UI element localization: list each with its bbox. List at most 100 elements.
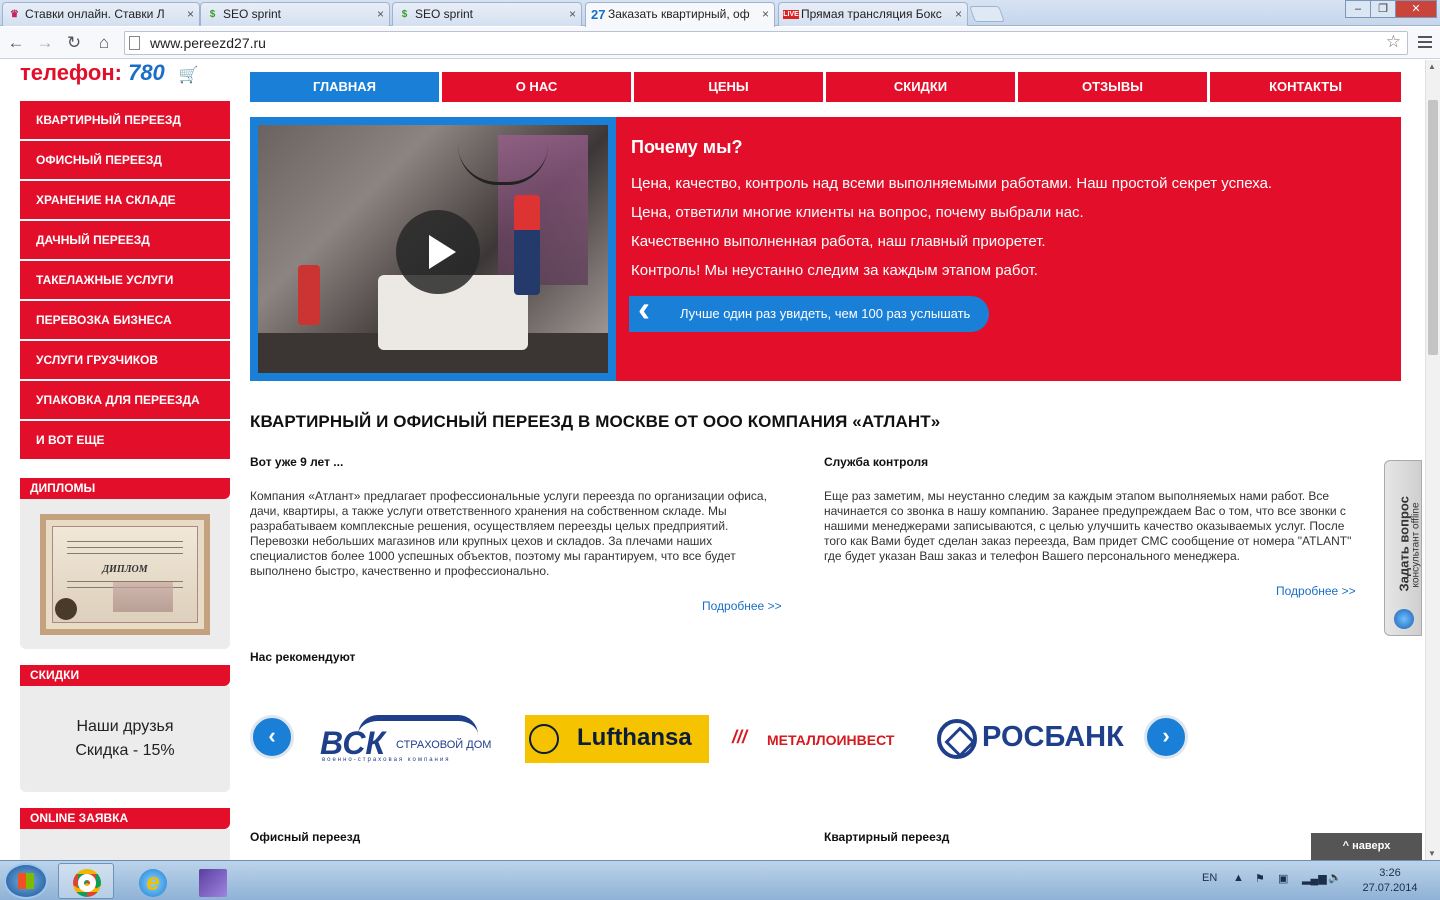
browser-tab-strip: ♛ Ставки онлайн. Ставки Л × $ SEO sprint… [0,0,1440,27]
recommend-title: Нас рекомендуют [250,650,356,664]
taskbar-media-player[interactable] [184,863,240,899]
browser-tab-active[interactable]: 27 Заказать квартирный, оф × [585,2,775,27]
browser-toolbar: ← → ↻ ⌂ www.pereezd27.ru ☆ [0,27,1440,59]
hero-banner: Почему мы? Цена, качество, контроль над … [250,117,1401,381]
more-link[interactable]: Подробнее >> [702,599,782,613]
ask-question-widget[interactable]: Задать вопрос консультант offline [1384,460,1422,636]
nav-prices[interactable]: ЦЕНЫ [634,72,823,102]
section-title: Вот уже 9 лет ... [250,455,344,469]
nav-about[interactable]: О НАС [442,72,631,102]
section-title: Служба контроля [824,455,929,469]
left-menu-item[interactable]: УСЛУГИ ГРУЗЧИКОВ [20,341,230,379]
start-button[interactable] [4,863,48,899]
diploma-image[interactable]: ДИПЛОМ [40,514,210,635]
nav-main[interactable]: ГЛАВНАЯ [250,72,439,102]
address-bar[interactable]: www.pereezd27.ru ☆ [124,31,1408,55]
hero-line: Цена, ответили многие клиенты на вопрос,… [631,204,1084,221]
device-icon[interactable]: ▣ [1278,872,1288,885]
left-menu-item[interactable]: КВАРТИРНЫЙ ПЕРЕЕЗД [20,101,230,139]
restore-button[interactable]: ❐ [1370,0,1396,18]
back-to-top-button[interactable]: ^ наверх [1311,833,1422,860]
partner-logo-lufthansa[interactable]: Lufthansa [525,715,709,763]
page-icon [129,36,140,50]
left-menu-item[interactable]: ОФИСНЫЙ ПЕРЕЕЗД [20,141,230,179]
partner-logo-rosbank[interactable]: РОСБАНК [935,715,1124,763]
left-menu: КВАРТИРНЫЙ ПЕРЕЕЗД ОФИСНЫЙ ПЕРЕЕЗД ХРАНЕ… [20,101,230,461]
left-menu-item[interactable]: ХРАНЕНИЕ НА СКЛАДЕ [20,181,230,219]
partner-logo-metalloinvest[interactable]: /// МЕТАЛЛОИНВЕСТ [730,715,915,763]
browser-tab[interactable]: ♛ Ставки онлайн. Ставки Л × [2,2,200,26]
clock-time: 3:26 [1379,867,1401,879]
chrome-menu-icon[interactable] [1418,36,1432,50]
carousel-next-button[interactable]: › [1144,715,1188,759]
hero-line: Контроль! Мы неустанно следим за каждым … [631,262,1038,279]
forward-arrow-icon[interactable]: → [34,32,56,54]
consultant-status: консультант offline [1410,502,1422,588]
kremlin-illustration [113,582,173,612]
more-link[interactable]: Подробнее >> [1276,584,1356,598]
metalloinvest-logo-text: МЕТАЛЛОИНВЕСТ [767,732,895,748]
close-tab-icon[interactable]: × [762,3,769,25]
play-icon[interactable] [396,210,480,294]
browser-tab[interactable]: $ SEO sprint × [392,2,582,26]
new-tab-button[interactable] [969,6,1005,22]
scroll-thumb[interactable] [1428,100,1438,355]
left-menu-item[interactable]: ТАКЕЛАЖНЫЕ УСЛУГИ [20,261,230,299]
carousel-prev-button[interactable]: ‹ [250,715,294,759]
url-text[interactable]: www.pereezd27.ru [150,35,266,51]
vsk-logo-subtitle: СТРАХОВОЙ ДОМ [396,739,492,751]
ask-question-label: Задать вопрос [1396,496,1412,592]
taskbar-ie[interactable]: e [124,863,180,899]
live-favicon-icon: LIVE [783,10,799,19]
system-clock[interactable]: 3:26 27.07.2014 [1350,866,1430,896]
page-scrollbar[interactable]: ▲ ▼ [1425,60,1440,860]
partner-logo-vsk[interactable]: ВСК СТРАХОВОЙ ДОМ военно-страховая компа… [318,715,508,763]
nav-discounts[interactable]: СКИДКИ [826,72,1015,102]
close-window-button[interactable]: ✕ [1395,0,1437,18]
nav-reviews[interactable]: ОТЗЫВЫ [1018,72,1207,102]
video-player[interactable] [250,117,616,381]
watch-video-button[interactable]: Лучше один раз увидеть, чем 100 раз услы… [629,288,989,332]
browser-tab[interactable]: $ SEO sprint × [200,2,390,26]
close-tab-icon[interactable]: × [187,3,194,25]
show-hidden-icons-icon[interactable]: ▲ [1233,872,1244,884]
minimize-button[interactable]: ‒ [1345,0,1371,18]
online-order-heading[interactable]: ONLINE ЗАЯВКА [20,808,230,829]
online-order-box [20,829,230,860]
bookmark-star-icon[interactable]: ☆ [1386,32,1401,52]
reload-icon[interactable]: ↻ [63,32,85,54]
tab-label: SEO sprint [223,7,282,21]
section-text: Компания «Атлант» предлагает профессиона… [250,489,767,578]
rosbank-logo-text: РОСБАНК [982,721,1124,753]
stavki-favicon-icon: ♛ [10,9,19,20]
scroll-up-icon[interactable]: ▲ [1428,62,1436,71]
back-arrow-icon[interactable]: ← [5,32,27,54]
diploma-title: ДИПЛОМ [102,564,148,575]
scroll-down-icon[interactable]: ▼ [1428,849,1436,858]
network-icon[interactable]: ▂▄▆ [1302,872,1327,885]
home-icon[interactable]: ⌂ [93,32,115,54]
volume-icon[interactable]: 🔈 [1328,871,1342,884]
tab-label: Прямая трансляция Бокс [801,7,942,21]
action-center-icon[interactable]: ⚑ [1255,872,1265,885]
media-player-icon [199,869,227,897]
nav-contacts[interactable]: КОНТАКТЫ [1210,72,1401,102]
left-menu-item[interactable]: ДАЧНЫЙ ПЕРЕЕЗД [20,221,230,259]
browser-tab[interactable]: LIVE Прямая трансляция Бокс × [778,2,968,26]
clock-date: 27.07.2014 [1362,882,1418,894]
section-title: Офисный переезд [250,830,361,844]
left-menu-item[interactable]: ПЕРЕВОЗКА БИЗНЕСА [20,301,230,339]
language-indicator[interactable]: EN [1202,872,1217,884]
left-menu-item[interactable]: УПАКОВКА ДЛЯ ПЕРЕЕЗДА [20,381,230,419]
metalloinvest-mark-icon: /// [732,727,748,747]
taskbar-chrome[interactable] [58,863,114,899]
section-text: Еще раз заметим, мы неустанно следим за … [824,489,1352,563]
close-tab-icon[interactable]: × [569,3,576,25]
left-menu-item[interactable]: И ВОТ ЕЩЕ [20,421,230,459]
discount-line: Наши друзья [76,718,174,735]
chevron-left-icon [629,288,665,332]
site-logo[interactable]: телефон: 780 🛒 [20,60,199,86]
close-tab-icon[interactable]: × [955,3,962,25]
close-tab-icon[interactable]: × [377,3,384,25]
video-thumbnail [258,125,608,373]
